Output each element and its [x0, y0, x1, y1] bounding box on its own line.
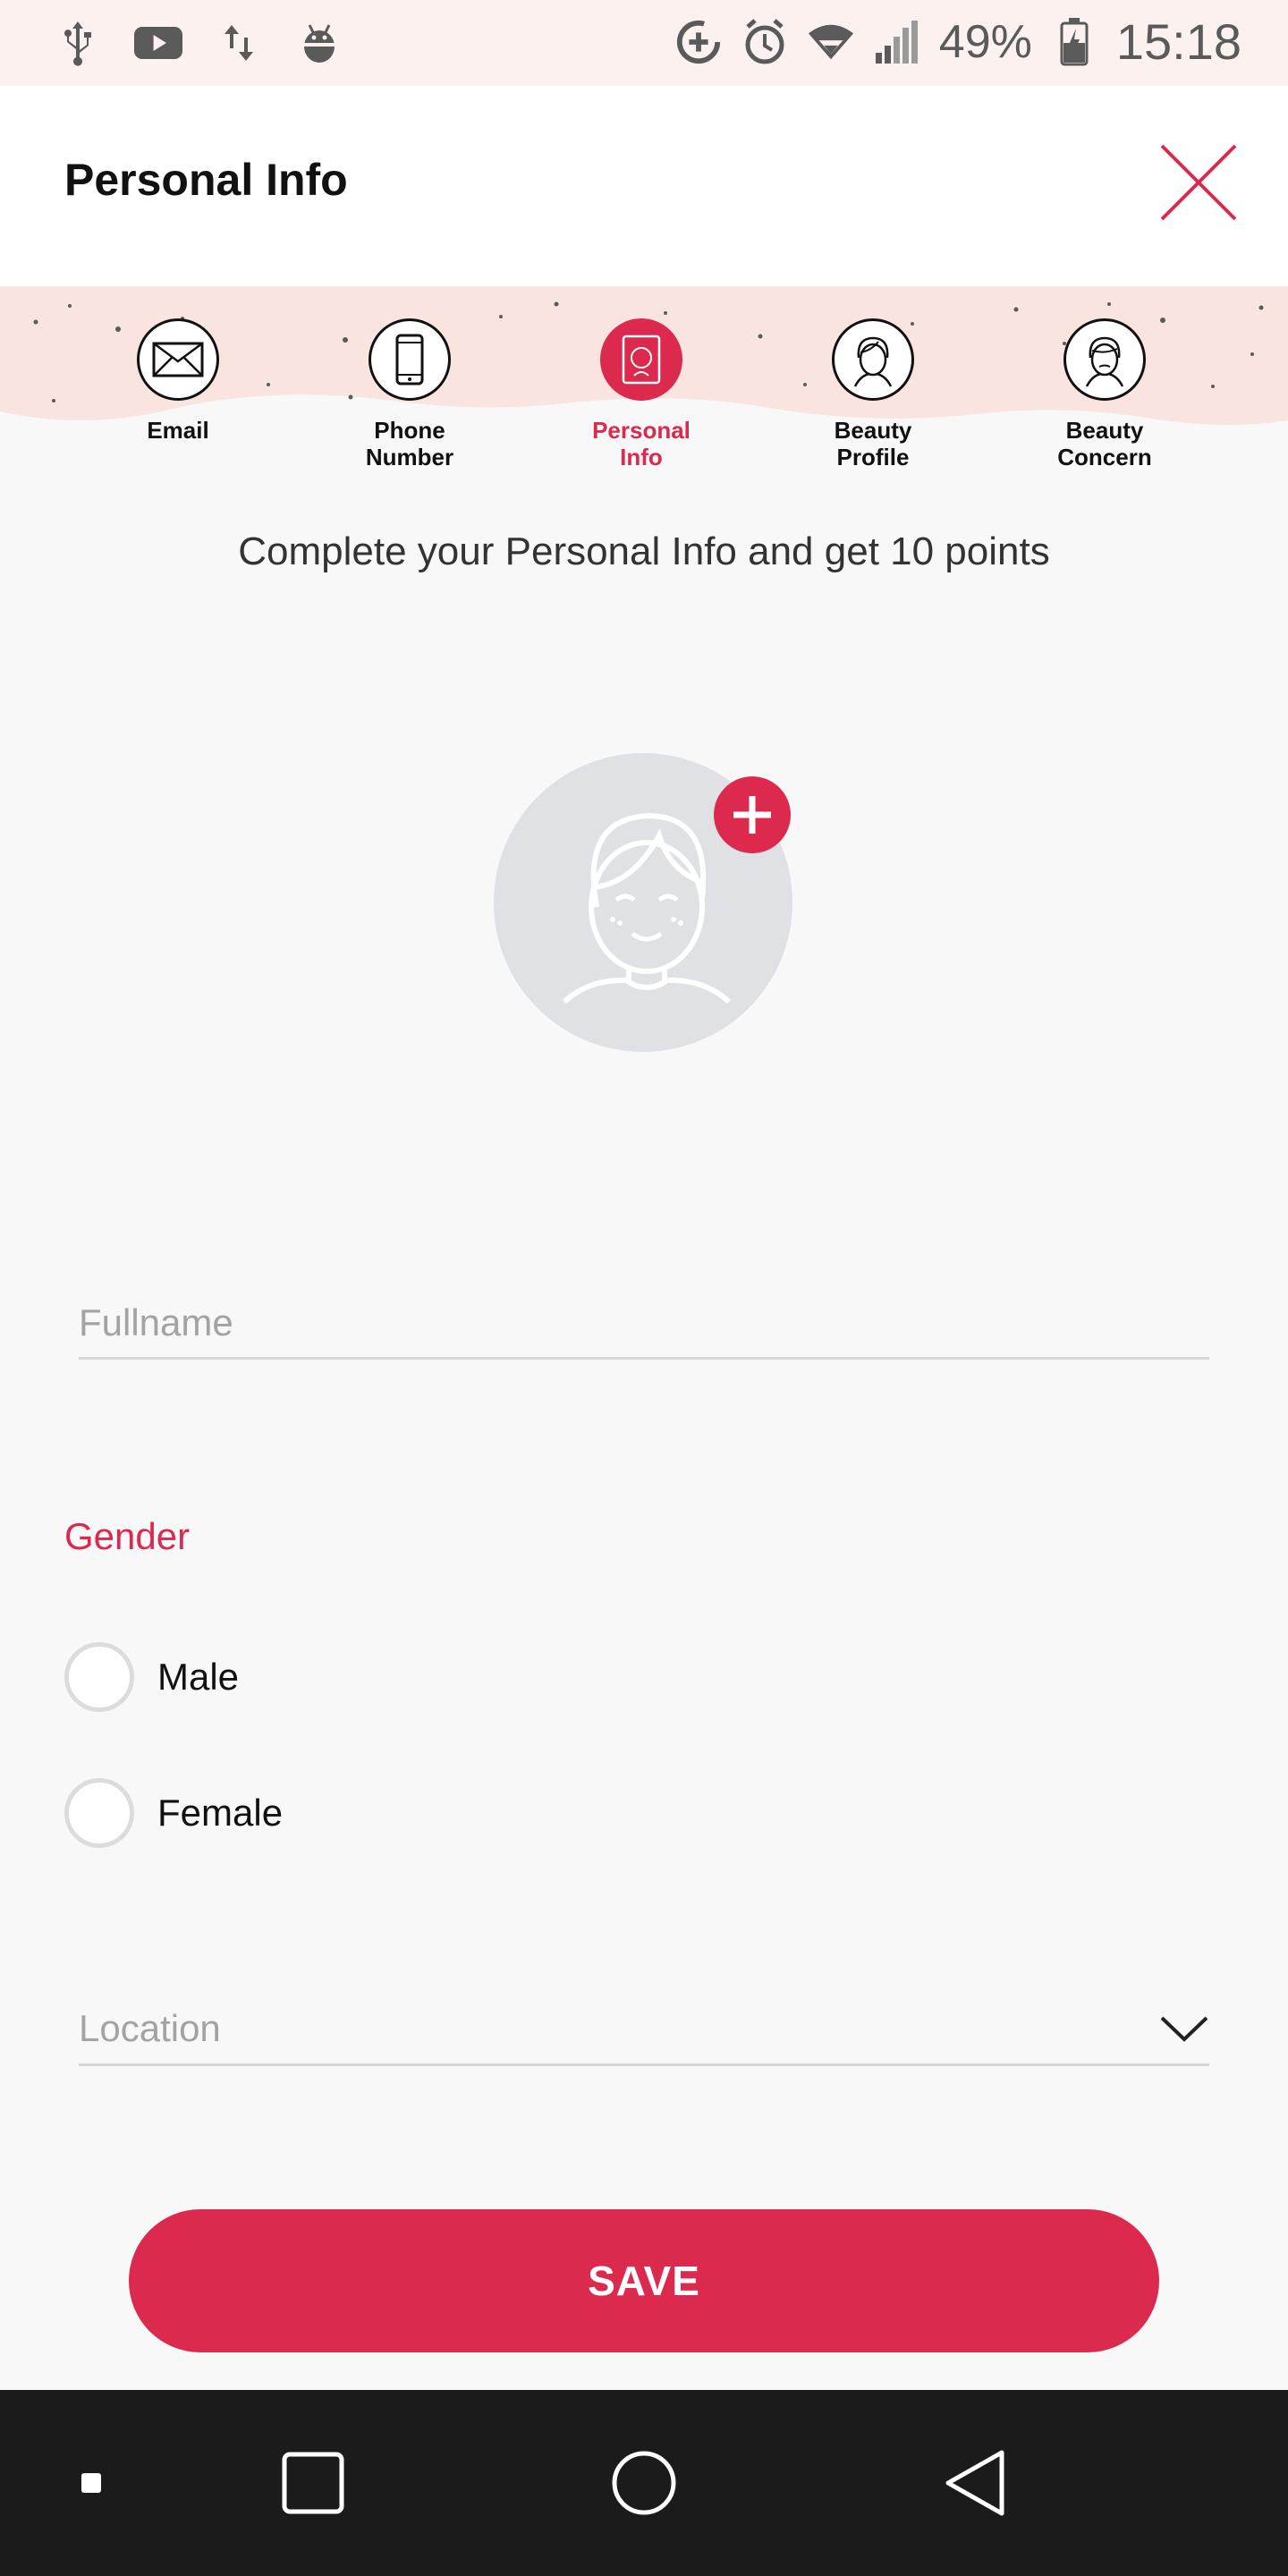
face-concern-icon [1063, 318, 1146, 401]
location-placeholder: Location [79, 2007, 221, 2049]
battery-icon [1050, 15, 1098, 69]
status-bar-right: 49% 15:18 [674, 13, 1241, 71]
square-icon [282, 2452, 344, 2514]
face-icon [832, 318, 914, 401]
close-button[interactable] [1154, 138, 1243, 227]
step-phone-number[interactable]: Phone Number [320, 318, 499, 470]
nav-extra-button[interactable] [38, 2390, 145, 2576]
circle-icon [612, 2451, 676, 2515]
signal-icon [873, 15, 921, 69]
clock: 15:18 [1115, 13, 1241, 70]
page-title: Personal Info [64, 155, 348, 205]
android-debug-icon [295, 16, 343, 70]
usb-icon [54, 16, 102, 70]
data-saver-icon [674, 15, 723, 69]
fullname-field[interactable] [79, 1288, 1209, 1360]
step-label: Beauty Concern [1057, 417, 1152, 470]
status-bar-left-icons [54, 16, 343, 70]
progress-steps: Email Phone Number Personal Info Beauty … [0, 286, 1288, 501]
close-icon [1160, 144, 1237, 221]
back-button[interactable] [921, 2390, 1029, 2576]
location-select[interactable]: Location [79, 1995, 1209, 2066]
personal-info-icon [600, 318, 682, 401]
wifi-icon [807, 15, 855, 69]
battery-percent: 49% [938, 15, 1032, 68]
points-subtitle: Complete your Personal Info and get 10 p… [238, 530, 1050, 573]
data-transfer-icon [215, 16, 263, 70]
save-button[interactable]: SAVE [129, 2209, 1159, 2352]
system-navigation-bar [0, 2390, 1288, 2576]
gender-label: Gender [64, 1515, 191, 1557]
step-label: Beauty Profile [834, 417, 912, 470]
gender-option-female[interactable]: Female [64, 1778, 283, 1848]
step-label: Email [147, 417, 209, 444]
step-beauty-profile[interactable]: Beauty Profile [784, 318, 962, 470]
phone-icon [369, 318, 451, 401]
back-triangle-icon [945, 2450, 1004, 2516]
step-label: Personal Info [592, 417, 691, 470]
small-square-icon [81, 2473, 101, 2493]
female-radio[interactable] [64, 1778, 134, 1848]
status-bar: 49% 15:18 [0, 0, 1288, 86]
plus-icon [733, 796, 771, 834]
step-beauty-concern[interactable]: Beauty Concern [1015, 318, 1194, 470]
recent-apps-button[interactable] [259, 2390, 367, 2576]
fullname-input[interactable] [79, 1288, 1209, 1357]
gender-option-male[interactable]: Male [64, 1642, 239, 1712]
youtube-icon [134, 16, 182, 70]
step-email[interactable]: Email [89, 318, 267, 444]
female-label: Female [157, 1792, 284, 1834]
avatar-face-icon [562, 812, 732, 1004]
home-button[interactable] [590, 2390, 698, 2576]
step-personal-info[interactable]: Personal Info [552, 318, 731, 470]
add-photo-button[interactable] [714, 776, 791, 853]
male-radio[interactable] [64, 1642, 134, 1712]
chevron-down-icon[interactable] [1159, 2011, 1209, 2046]
header: Personal Info [0, 86, 1288, 286]
step-label: Phone Number [365, 417, 454, 470]
alarm-icon [741, 15, 789, 69]
envelope-icon [137, 318, 219, 401]
male-label: Male [157, 1656, 240, 1698]
